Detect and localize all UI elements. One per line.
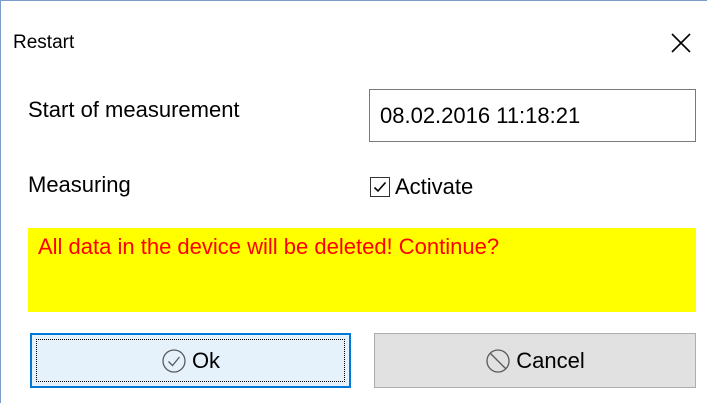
- window-title: Restart: [13, 32, 75, 53]
- title-bar: Restart: [1, 1, 707, 71]
- close-button[interactable]: [661, 23, 701, 63]
- activate-label: Activate: [395, 174, 474, 199]
- checkbox-box[interactable]: [370, 177, 390, 197]
- close-icon: [671, 33, 691, 53]
- ok-button[interactable]: Ok: [30, 333, 351, 388]
- focus-rectangle: [36, 339, 345, 382]
- start-datetime-field[interactable]: 08.02.2016 11:18:21: [369, 89, 696, 142]
- start-of-measurement-label: Start of measurement: [28, 97, 240, 122]
- cancel-label: Cancel: [516, 347, 585, 373]
- warning-message: All data in the device will be deleted! …: [28, 228, 696, 312]
- no-entry-icon: [486, 348, 510, 373]
- activate-checkbox[interactable]: Activate: [370, 171, 473, 203]
- measuring-label: Measuring: [28, 172, 131, 197]
- cancel-button[interactable]: Cancel: [374, 333, 696, 388]
- checkmark-icon: [373, 181, 387, 193]
- restart-dialog: Restart Start of measurement 08.02.2016 …: [0, 0, 707, 403]
